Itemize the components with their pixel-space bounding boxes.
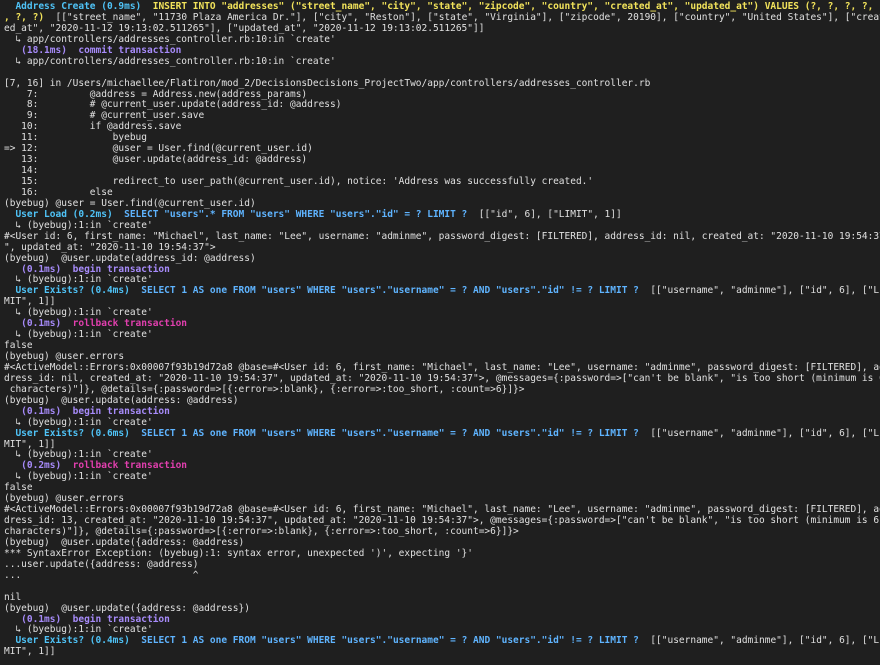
terminal-line: ↳ (byebug):1:in `create': [4, 471, 876, 483]
terminal-text-segment: (0.1ms) begin transaction: [4, 613, 170, 625]
terminal-line: 15: redirect_to user_path(@current_user.…: [4, 176, 876, 188]
terminal-output[interactable]: Address Create (0.9ms) INSERT INTO "addr…: [0, 0, 880, 665]
terminal-text-segment: (0.1ms) begin transaction: [4, 263, 170, 275]
terminal-text-segment: Address Create (0.9ms): [4, 1, 153, 12]
terminal-text-segment: User Exists? (0.6ms): [4, 427, 142, 439]
terminal-text-segment: false: [4, 340, 33, 352]
terminal-text-segment: User Exists? (0.4ms): [4, 635, 142, 647]
terminal-text-segment: ↳ (byebug):1:in `create': [4, 416, 153, 428]
terminal-text-segment: ... ^: [4, 569, 199, 581]
terminal-line: ↳ (byebug):1:in `create': [4, 329, 876, 341]
terminal-line: ... ^: [4, 569, 876, 582]
terminal-text-segment: (byebug) @user.errors: [4, 351, 125, 362]
terminal-text-segment: 13: @user.update(address_id: @address): [4, 154, 308, 166]
terminal-text-segment: ↳ (byebug):1:in `create': [4, 274, 153, 286]
terminal-text-segment: [["username", "adminme"], ["id", 6], ["L…: [638, 635, 880, 647]
terminal-text-segment: false: [4, 482, 33, 494]
terminal-text-segment: ↳ (byebug):1:in `create': [4, 471, 153, 483]
terminal-text-segment: (18.1ms) commit transaction: [4, 44, 182, 56]
terminal-text-segment: SELECT "users".* FROM "users" WHERE "use…: [124, 208, 468, 220]
terminal-text-segment: ↳ (byebug):1:in `create': [4, 329, 153, 341]
terminal-text-segment: MIT", 1]]: [4, 296, 56, 308]
terminal-text-segment: (byebug) @user.update(address: @address): [4, 394, 239, 406]
terminal-line: false: [4, 340, 876, 352]
terminal-text-segment: (0.1ms) begin transaction: [4, 405, 170, 417]
terminal-text-segment: [["street_name", "11730 Plaza America Dr…: [44, 11, 880, 23]
terminal-line: User Exists? (0.6ms) SELECT 1 AS one FRO…: [4, 427, 880, 440]
terminal-line: User Exists? (0.4ms) SELECT 1 AS one FRO…: [4, 285, 880, 297]
terminal-text-segment: 7: @address = Address.new(address_params…: [4, 88, 308, 100]
terminal-text-segment: MIT", 1]]: [4, 438, 56, 450]
terminal-text-segment: [["username", "adminme"], ["id", 6], ["L…: [638, 427, 880, 439]
terminal-text-segment: (byebug) @user.update({address: @address…: [4, 536, 245, 548]
terminal-text-segment: rollback transaction: [72, 460, 188, 472]
terminal-text-segment: 8: # @current_user.update(address_id: @a…: [4, 99, 342, 111]
terminal-text-segment: ↳ (byebug):1:in `create': [4, 219, 153, 231]
terminal-text-segment: (0.2ms): [4, 460, 73, 472]
terminal-text-segment: (byebug) @user.update(address_id: @addre…: [4, 252, 256, 264]
terminal-text-segment: ↳ app/controllers/addresses_controller.r…: [4, 55, 336, 67]
terminal-text-segment: User Load (0.2ms): [4, 208, 125, 220]
terminal-text-segment: [7, 16] in /Users/michaellee/Flatiron/mo…: [4, 77, 651, 89]
terminal-text-segment: 16: else: [4, 186, 113, 198]
terminal-text-segment: (0.1ms): [4, 318, 73, 330]
terminal-text-segment: SELECT 1 AS one FROM "users" WHERE "user…: [141, 427, 639, 439]
terminal-text-segment: characters)"]}, @details={:password=>[{:…: [4, 526, 519, 537]
terminal-text-segment: ...user.update({address: @address): [4, 558, 199, 570]
terminal-text-segment: , ?, ?): [4, 11, 45, 23]
terminal-text-segment: [["id", 6], ["LIMIT", 1]]: [467, 208, 622, 220]
terminal-text-segment: ↳ (byebug):1:in `create': [4, 624, 153, 636]
terminal-text-segment: *** SyntaxError Exception: (byebug):1: s…: [4, 547, 473, 559]
terminal-text-segment: 11: byebug: [4, 132, 147, 144]
terminal-text-segment: ", updated_at: "2020-11-10 19:54:37">: [4, 241, 216, 253]
terminal-text-segment: => 12: @user = User.find(@current_user.i…: [4, 143, 313, 155]
terminal-text-segment: #<ActiveModel::Errors:0x00007f93b19d72a8…: [4, 361, 880, 373]
terminal-text-segment: [["username", "adminme"], ["id", 6], ["L…: [638, 285, 880, 297]
terminal-text-segment: SELECT 1 AS one FROM "users" WHERE "user…: [141, 285, 639, 297]
terminal-text-segment: 9: # @current_user.save: [4, 110, 205, 122]
terminal-text-segment: ed_at", "2020-11-12 19:13:02.511265"], […: [4, 22, 485, 34]
terminal-text-segment: SELECT 1 AS one FROM "users" WHERE "user…: [141, 635, 639, 647]
terminal-text-segment: INSERT INTO "addresses" ("street_name", …: [152, 1, 880, 12]
terminal-line: User Exists? (0.4ms) SELECT 1 AS one FRO…: [4, 635, 880, 647]
terminal-text-segment: MIT", 1]]: [4, 646, 56, 658]
terminal-line: false: [4, 482, 876, 494]
terminal-text-segment: (byebug) @user.errors: [4, 493, 125, 505]
terminal-text-segment: User Exists? (0.4ms): [4, 285, 142, 297]
terminal-text-segment: characters)"]}, @details={:password=>[{:…: [4, 383, 525, 395]
terminal-text-segment: #<ActiveModel::Errors:0x00007f93b19d72a8…: [4, 504, 880, 516]
terminal-text-segment: 14:: [4, 165, 39, 177]
terminal-line: 13: @user.update(address_id: @address): [4, 154, 876, 166]
terminal-text-segment: dress_id: 13, created_at: "2020-11-10 19…: [4, 515, 880, 527]
terminal-text-segment: ↳ (byebug):1:in `create': [4, 307, 153, 319]
terminal-text-segment: nil: [4, 591, 22, 603]
terminal-text-segment: 10: if @address.save: [4, 121, 182, 133]
terminal-line: MIT", 1]]: [4, 646, 876, 658]
terminal-text-segment: dress_id: nil, created_at: "2020-11-10 1…: [4, 372, 880, 384]
terminal-text-segment: #<User id: 6, first_name: "Michael", las…: [4, 230, 880, 242]
terminal-text-segment: 15: redirect_to user_path(@current_user.…: [4, 176, 594, 187]
terminal-text-segment: rollback transaction: [72, 318, 188, 330]
terminal-text-segment: (byebug) @user = User.find(@current_user…: [4, 197, 256, 209]
terminal-line: ↳ app/controllers/addresses_controller.r…: [4, 55, 876, 68]
terminal-text-segment: ↳ (byebug):1:in `create': [4, 449, 153, 461]
terminal-text-segment: ↳ app/controllers/addresses_controller.r…: [4, 33, 336, 45]
terminal-text-segment: (byebug) @user.update({address: @address…: [4, 602, 250, 614]
